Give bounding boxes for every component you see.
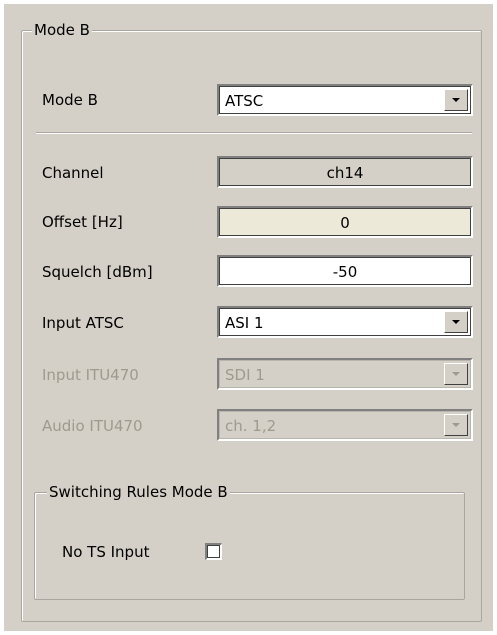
chevron-down-icon: [452, 320, 460, 324]
squelch-input[interactable]: -50: [217, 255, 473, 287]
audio-itu470-value: ch. 1,2: [225, 417, 277, 435]
offset-label: Offset [Hz]: [42, 213, 123, 231]
mode-b-dropdown-button[interactable]: [444, 89, 468, 111]
squelch-value: -50: [332, 263, 358, 281]
input-itu470-value: SDI 1: [225, 366, 265, 384]
mode-b-value: ATSC: [225, 92, 264, 110]
no-ts-input-checkbox[interactable]: [205, 543, 222, 560]
mode-b-panel: Mode B Mode B ATSC Channel ch14 Offset […: [4, 4, 493, 631]
channel-field: ch14: [217, 156, 473, 188]
audio-itu470-dropdown: ch. 1,2: [217, 409, 473, 441]
input-itu470-dropdown: SDI 1: [217, 358, 473, 390]
offset-value: 0: [340, 214, 350, 232]
input-atsc-value: ASI 1: [225, 314, 264, 332]
chevron-down-icon: [452, 423, 460, 427]
input-atsc-dropdown-button[interactable]: [444, 311, 468, 333]
mode-b-dropdown[interactable]: ATSC: [217, 84, 473, 116]
audio-itu470-label: Audio ITU470: [42, 417, 143, 435]
offset-field[interactable]: 0: [217, 206, 473, 238]
chevron-down-icon: [452, 98, 460, 102]
channel-value: ch14: [326, 164, 364, 182]
input-atsc-label: Input ATSC: [42, 314, 124, 332]
squelch-label: Squelch [dBm]: [42, 263, 153, 281]
switching-rules-title: Switching Rules Mode B: [47, 482, 230, 502]
mode-b-group-title: Mode B: [32, 20, 92, 40]
channel-label: Channel: [42, 164, 104, 182]
mode-b-label: Mode B: [42, 91, 98, 109]
audio-itu470-dropdown-button: [444, 414, 468, 436]
separator: [36, 132, 472, 134]
no-ts-input-label: No TS Input: [62, 543, 150, 561]
input-itu470-dropdown-button: [444, 363, 468, 385]
input-itu470-label: Input ITU470: [42, 366, 139, 384]
chevron-down-icon: [452, 372, 460, 376]
input-atsc-dropdown[interactable]: ASI 1: [217, 306, 473, 338]
